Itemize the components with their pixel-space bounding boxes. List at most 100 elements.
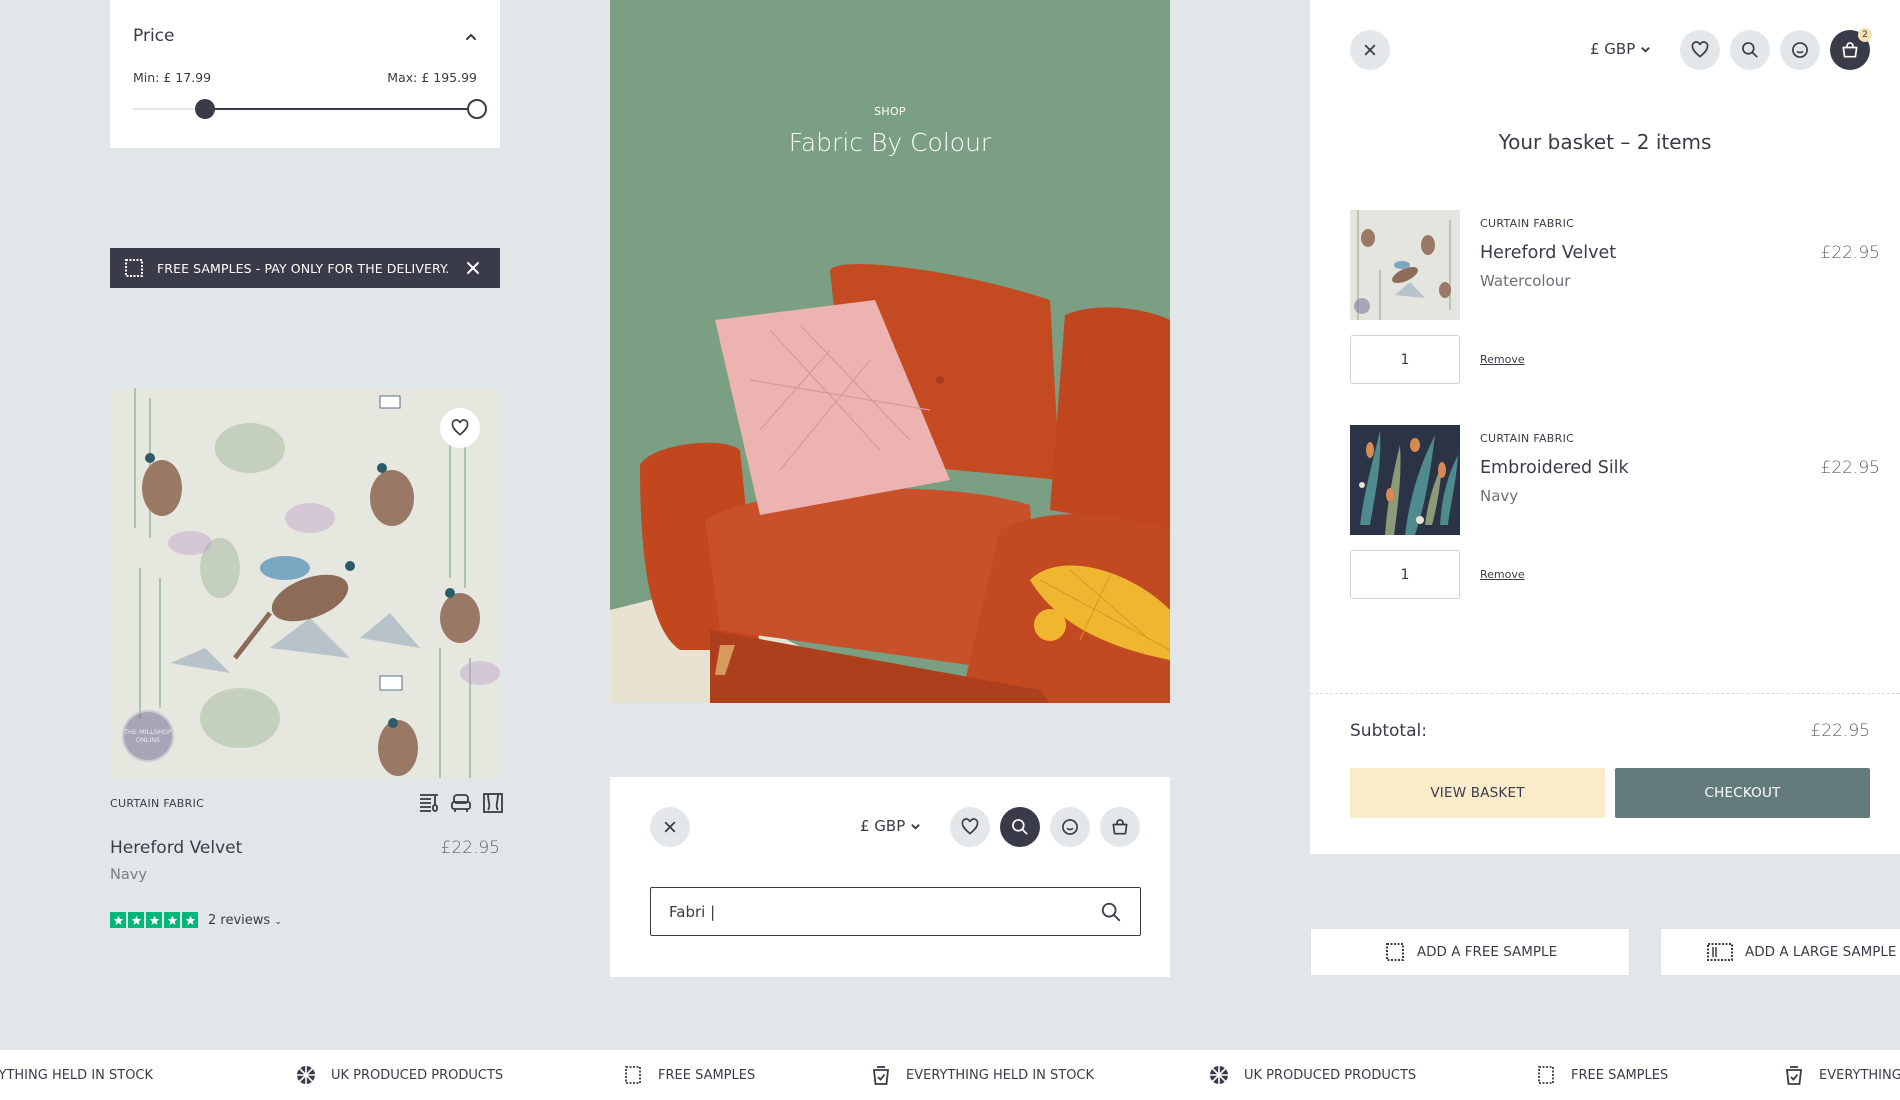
remove-item-link[interactable]: Remove (1480, 353, 1525, 366)
product-name[interactable]: Hereford Velvet (110, 838, 242, 858)
sample-swatch-icon (1535, 1064, 1557, 1086)
basket-button-active[interactable]: 2 (1830, 28, 1872, 70)
heart-icon (450, 418, 470, 438)
chevron-down-icon (1640, 44, 1651, 55)
basket-title: Your basket – 2 items (1498, 130, 1712, 154)
checkout-button[interactable]: CHECKOUT (1615, 768, 1870, 818)
banner-text: FREE SAMPLES - PAY ONLY FOR THE DELIVERY… (157, 260, 450, 276)
shopping-bag-icon (1840, 40, 1860, 60)
star-icon (110, 912, 126, 928)
hero-fabric-by-colour[interactable]: SHOP Fabric By Colour (610, 0, 1170, 703)
usp-item: UK PRODUCED PRODUCTS (1208, 1050, 1416, 1100)
view-basket-button[interactable]: VIEW BASKET (1350, 768, 1605, 818)
chevron-up-icon[interactable] (464, 30, 478, 44)
search-field[interactable] (650, 887, 1141, 936)
basket-item-name[interactable]: Embroidered Silk (1480, 458, 1629, 478)
usp-label: UK PRODUCED PRODUCTS (1244, 1067, 1417, 1083)
reviews-link[interactable]: 2 reviews ⌄ (208, 913, 282, 928)
smiley-icon (1790, 40, 1810, 60)
large-sample-swatch-icon (1705, 940, 1735, 964)
price-slider-min-handle[interactable] (195, 99, 216, 119)
account-button[interactable] (1050, 807, 1090, 847)
basket-item-price: £22.95 (1820, 458, 1880, 478)
star-icon (146, 912, 162, 928)
basket-button[interactable] (1100, 807, 1140, 847)
currency-selector[interactable]: £ GBP (860, 817, 921, 835)
usp-item: EVERYTHING HELD IN STOCK (870, 1050, 1094, 1100)
search-button[interactable] (1730, 30, 1770, 70)
quantity-input[interactable] (1350, 335, 1460, 384)
basket-item-thumbnail[interactable] (1350, 210, 1460, 320)
usp-item: UK PRODUCED PRODUCTS (295, 1050, 503, 1100)
wishlist-button[interactable] (950, 807, 990, 847)
search-panel: £ GBP (610, 777, 1170, 977)
product-colour: Navy (110, 867, 147, 883)
price-slider-track[interactable] (133, 99, 487, 119)
basket-item-category: CURTAIN FABRIC (1480, 432, 1575, 445)
usp-label: UK PRODUCED PRODUCTS (331, 1067, 504, 1083)
shopping-bag-icon (1110, 817, 1130, 837)
armchair-icon (450, 792, 472, 814)
price-filter-panel: Price Min: £ 17.99 Max: £ 195.99 (110, 0, 500, 148)
search-icon (1010, 817, 1030, 837)
uk-flag-icon (1208, 1064, 1230, 1086)
price-slider-fill (205, 108, 477, 110)
close-icon (663, 820, 677, 834)
product-image[interactable]: THE MILLSHOP ONLINE (110, 388, 500, 778)
chevron-down-icon (910, 821, 921, 832)
search-icon[interactable] (1100, 901, 1122, 923)
wishlist-button[interactable] (1680, 30, 1720, 70)
basket-drawer: £ GBP 2 Your basket – 2 items CURTAIN FA… (1310, 0, 1900, 854)
account-button[interactable] (1780, 30, 1820, 70)
blind-icon (418, 792, 440, 814)
orange-sofa-image (610, 230, 1170, 703)
usp-label: FREE SAMPLES (1571, 1067, 1669, 1083)
currency-label: £ GBP (1590, 40, 1636, 58)
star-icon (128, 912, 144, 928)
search-button-active[interactable] (1000, 807, 1040, 847)
currency-label: £ GBP (860, 817, 906, 835)
pheasant-fabric-thumbnail (1350, 210, 1460, 320)
hero-title: Fabric By Colour (788, 128, 992, 157)
close-search-button[interactable] (650, 807, 690, 847)
sample-swatch-icon (622, 1064, 644, 1086)
subtotal-label: Subtotal: (1350, 721, 1427, 741)
search-icon (1740, 40, 1760, 60)
currency-selector[interactable]: £ GBP (1590, 40, 1651, 58)
add-large-sample-label: ADD A LARGE SAMPLE - (1745, 944, 1900, 960)
remove-item-link[interactable]: Remove (1480, 568, 1525, 581)
heart-icon (1690, 40, 1710, 60)
heart-icon (960, 817, 980, 837)
add-free-sample-label: ADD A FREE SAMPLE (1416, 944, 1558, 960)
cart-count-badge: 2 (1858, 28, 1872, 42)
usp-label: EVERYTHING HELD IN STOCK (906, 1067, 1095, 1083)
botanical-fabric-thumbnail (1350, 425, 1460, 535)
add-large-sample-button[interactable]: ADD A LARGE SAMPLE - (1660, 928, 1900, 976)
add-to-wishlist-button[interactable] (440, 408, 480, 448)
usp-item: EVERYTHING HELD IN STOCK (0, 1050, 153, 1100)
usp-item: FREE SAMPLES (1535, 1050, 1668, 1100)
chevron-down-icon: ⌄ (274, 916, 282, 927)
close-basket-button[interactable] (1350, 30, 1390, 70)
basket-item-colour: Watercolour (1480, 272, 1571, 290)
bin-check-icon (870, 1064, 892, 1086)
usp-label: FREE SAMPLES (658, 1067, 756, 1083)
sample-swatch-icon (1383, 940, 1407, 964)
star-icon (164, 912, 180, 928)
add-free-sample-button[interactable]: ADD A FREE SAMPLE (1310, 928, 1630, 976)
subtotal-value: £22.95 (1810, 721, 1870, 741)
usp-label: EVERYTHING HELD IN STOCK (1819, 1067, 1900, 1083)
basket-item-thumbnail[interactable] (1350, 425, 1460, 535)
star-icon (182, 912, 198, 928)
price-slider-max-handle[interactable] (467, 99, 487, 119)
usp-item: FREE SAMPLES (622, 1050, 755, 1100)
star-rating (110, 912, 198, 928)
quantity-input[interactable] (1350, 550, 1460, 599)
basket-item-name[interactable]: Hereford Velvet (1480, 243, 1616, 263)
brand-watermark: THE MILLSHOP ONLINE (122, 710, 174, 762)
sample-swatch-icon (123, 257, 145, 279)
search-input[interactable] (669, 902, 1100, 921)
close-icon[interactable] (465, 260, 481, 276)
usp-item: EVERYTHING HELD IN STOCK (1783, 1050, 1900, 1100)
price-min-label: Min: £ 17.99 (133, 70, 212, 85)
